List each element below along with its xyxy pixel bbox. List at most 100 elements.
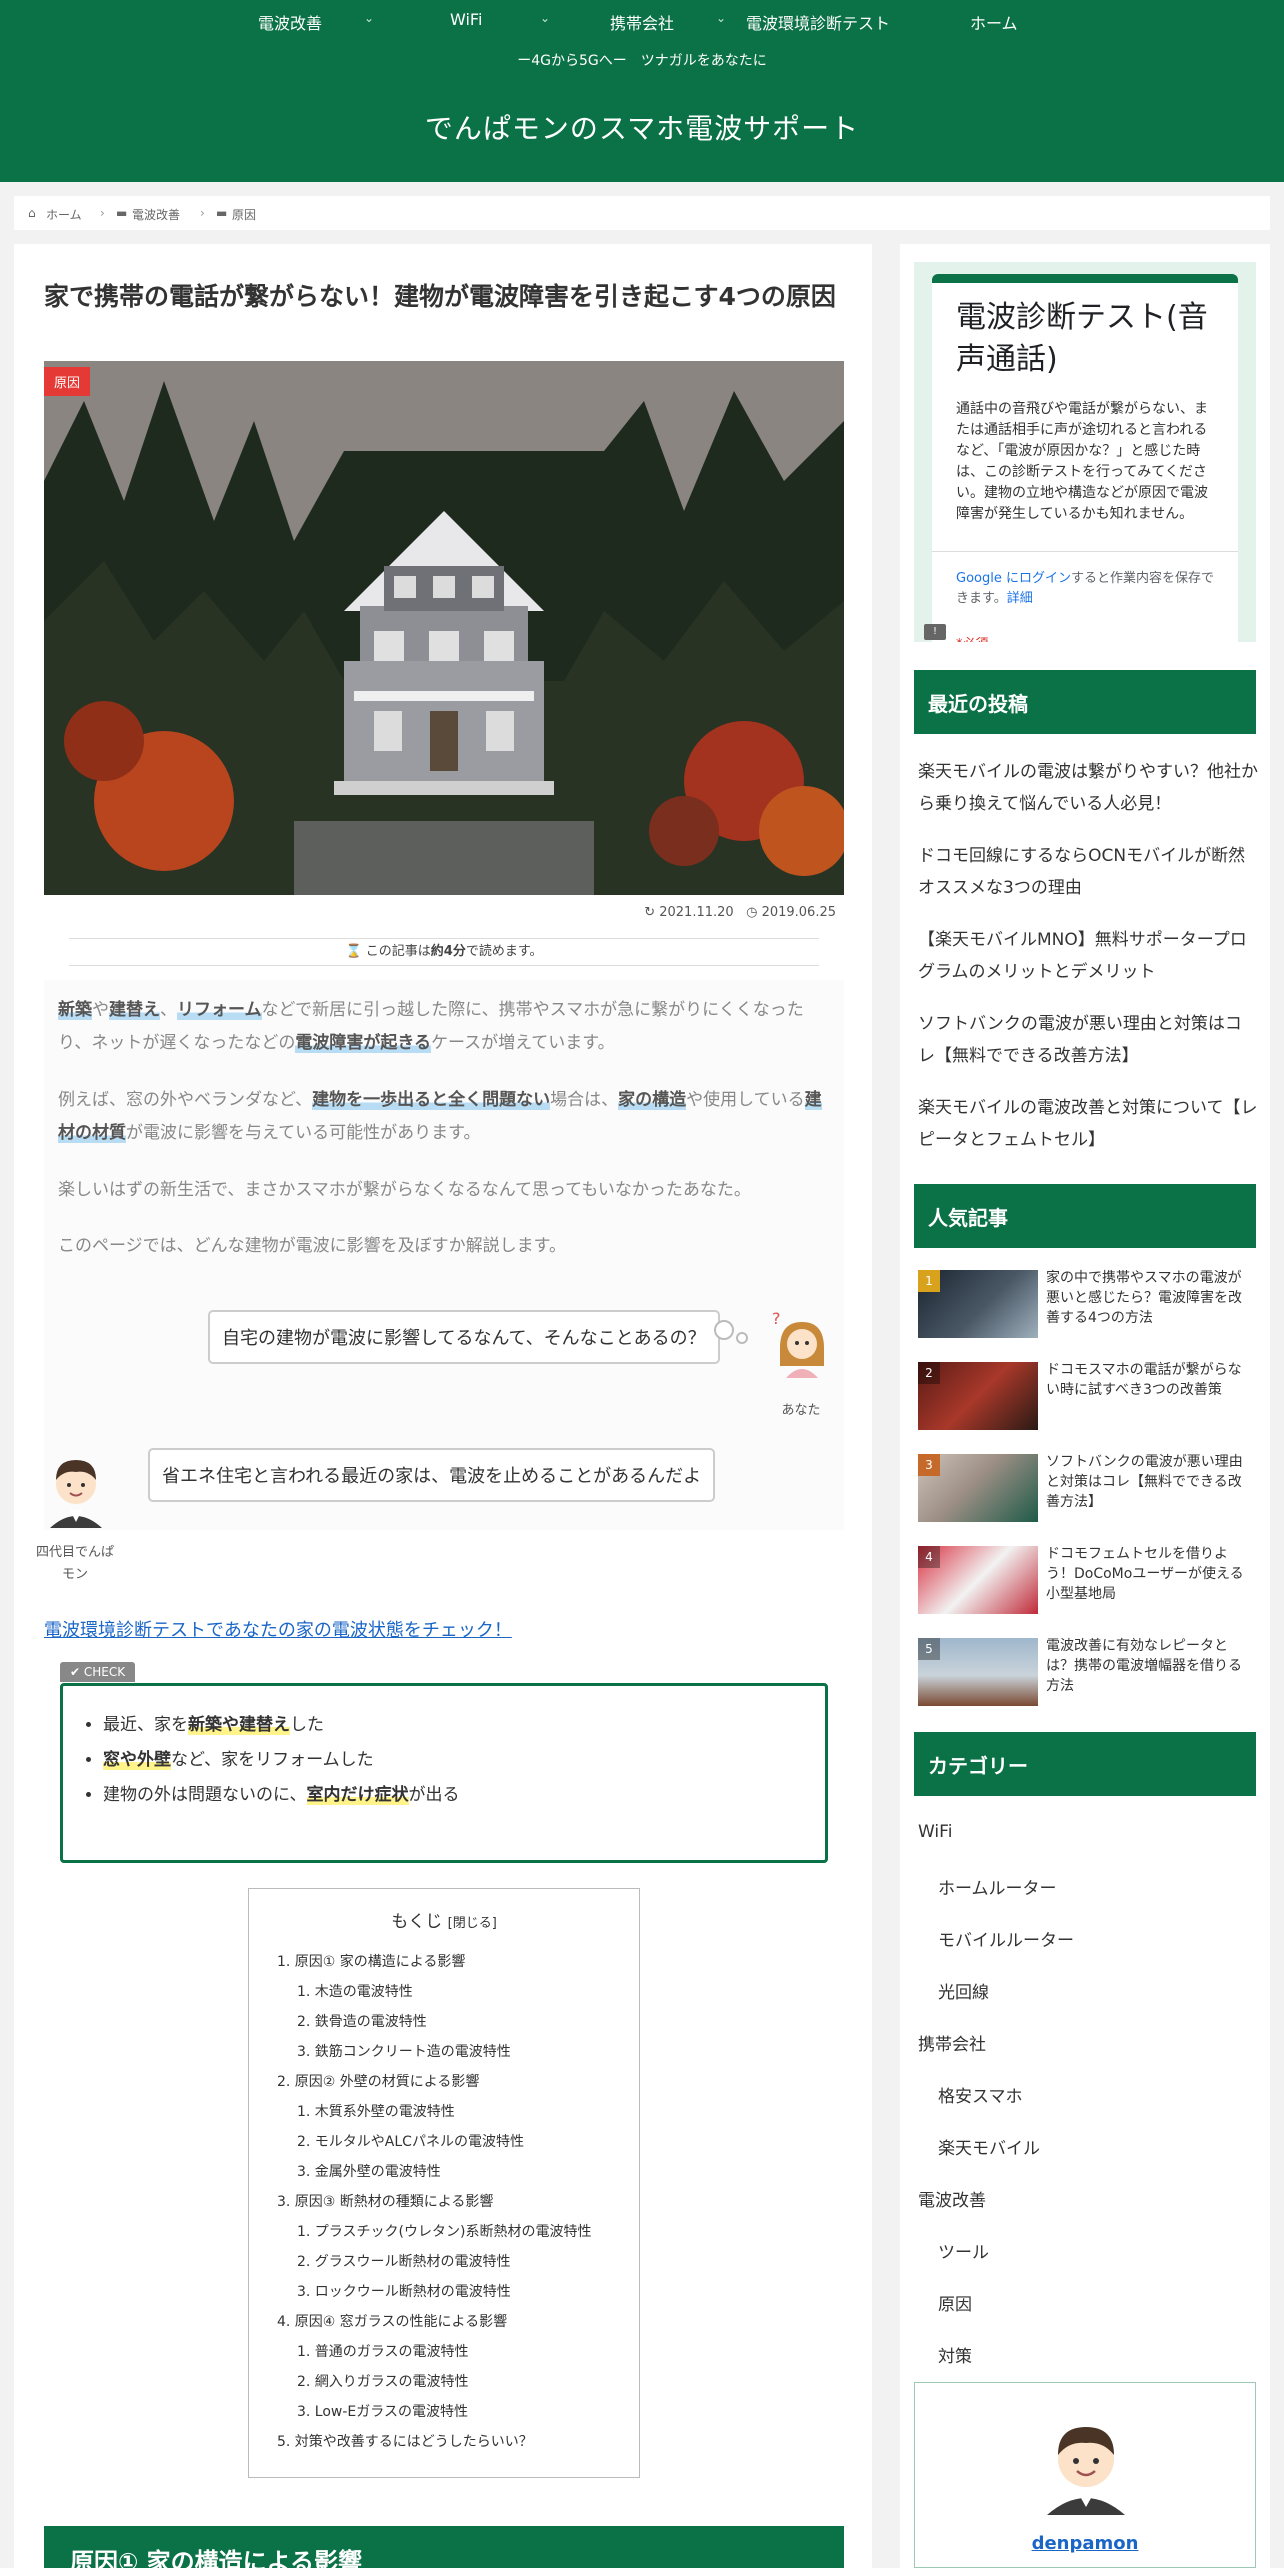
- toc-item[interactable]: 2. グラスウール断熱材の電波特性: [297, 2251, 511, 2271]
- category-measures[interactable]: 対策: [938, 2342, 972, 2367]
- chevron-right-icon: ›: [200, 206, 205, 220]
- popular-post-title: 電波改善に有効なレピータとは？携帯の電波増幅器を借りる方法: [1046, 1638, 1242, 1694]
- text: 、: [160, 1000, 177, 1020]
- categories-heading: カテゴリー: [914, 1732, 1256, 1796]
- text: や使用している: [686, 1090, 805, 1110]
- breadcrumb-home[interactable]: ホーム: [46, 206, 82, 223]
- popular-post-item[interactable]: 3 ソフトバンクの電波が悪い理由と対策はコレ【無料でできる改善方法】: [918, 1454, 1258, 1524]
- report-icon[interactable]: !: [924, 624, 946, 640]
- diagnosis-link[interactable]: 電波環境診断テストであなたの家の電波状態をチェック！: [44, 1616, 512, 1642]
- global-nav: 電波改善 ⌄ WiFi ⌄ 携帯会社 ⌄ 電波環境診断テスト ホーム: [0, 0, 1284, 40]
- profile-name[interactable]: denpamon: [915, 2533, 1255, 2554]
- read-time-prefix: この記事は: [365, 944, 431, 959]
- toc-item[interactable]: 5. 対策や改善するにはどうしたらいい？: [277, 2431, 533, 2451]
- text: 建物の外は問題ないのに、: [103, 1785, 307, 1805]
- form-description: 通話中の音飛びや電話が繋がらない、または通話相手に声が途切れると言われるなど、「…: [956, 401, 1208, 522]
- popular-post-title: ドコモスマホの電話が繋がらない時に試すべき3つの改善策: [1046, 1362, 1242, 1398]
- toc-item[interactable]: 1. 木質系外壁の電波特性: [297, 2101, 455, 2121]
- breadcrumb-subcategory[interactable]: 原因: [232, 206, 256, 223]
- category-home-router[interactable]: ホームルーター: [938, 1874, 1057, 1899]
- toc-item[interactable]: 2. 原因② 外壁の材質による影響: [277, 2071, 479, 2091]
- toc-item[interactable]: 1. 原因① 家の構造による影響: [277, 1951, 465, 1971]
- toc-item[interactable]: 1. 普通のガラスの電波特性: [297, 2341, 469, 2361]
- hl-text: 建替え: [109, 1000, 160, 1020]
- thought-dots-icon: [714, 1320, 748, 1344]
- category-fiber[interactable]: 光回線: [938, 1978, 989, 2003]
- popular-post-item[interactable]: 2 ドコモスマホの電話が繋がらない時に試すべき3つの改善策: [918, 1362, 1258, 1432]
- toc-item[interactable]: 2. 鉄骨造の電波特性: [297, 2011, 427, 2031]
- category-mobile-router[interactable]: モバイルルーター: [938, 1926, 1074, 1951]
- category-denpa-kaizen[interactable]: 電波改善: [918, 2186, 986, 2211]
- recent-post-item[interactable]: ソフトバンクの電波が悪い理由と対策はコレ【無料でできる改善方法】: [918, 1008, 1258, 1072]
- intro-paragraph-2: 例えば、窓の外やベランダなど、建物を一歩出ると全く問題ない場合は、家の構造や使用…: [58, 1084, 828, 1150]
- toc-item[interactable]: 1. 木造の電波特性: [297, 1981, 413, 2001]
- category-carrier[interactable]: 携帯会社: [918, 2030, 986, 2055]
- toc-toggle[interactable]: [閉じる]: [448, 1916, 497, 1931]
- site-tagline: ー4Gから5Gへー ツナガルをあなたに: [517, 53, 767, 69]
- category-mvno[interactable]: 格安スマホ: [938, 2082, 1023, 2107]
- check-item: 建物の外は問題ないのに、室内だけ症状が出る: [103, 1778, 460, 1813]
- nav-item-home[interactable]: ホーム: [970, 10, 1018, 34]
- recent-post-item[interactable]: 楽天モバイルの電波は繋がりやすい？他社から乗り換えて悩んでいる人必見！: [918, 756, 1258, 820]
- text: が出る: [408, 1785, 460, 1805]
- toc-item[interactable]: 3. 金属外壁の電波特性: [297, 2161, 441, 2181]
- recent-post-item[interactable]: 楽天モバイルの電波改善と対策について【レピータとフェムトセル】: [918, 1092, 1258, 1156]
- toc-item[interactable]: 2. 網入りガラスの電波特性: [297, 2371, 469, 2391]
- profile-box: denpamon: [914, 2382, 1256, 2568]
- toc-item[interactable]: 3. ロックウール断熱材の電波特性: [297, 2281, 511, 2301]
- hl-text: 電波障害が起きる: [295, 1033, 431, 1053]
- updated-date: 2021.11.20: [659, 905, 734, 920]
- embedded-form: 電波診断テスト(音声通話) 通話中の音飛びや電話が繋がらない、または通話相手に声…: [914, 262, 1256, 642]
- hl-text: 建物を一歩出ると全く問題ない: [312, 1090, 551, 1110]
- popular-post-item[interactable]: 5 電波改善に有効なレピータとは？携帯の電波増幅器を借りる方法: [918, 1638, 1258, 1708]
- sidebar: 電波診断テスト(音声通話) 通話中の音飛びや電話が繋がらない、または通話相手に声…: [900, 244, 1270, 2568]
- speech-bubble-denpamon: 省エネ住宅と言われる最近の家は、電波を止めることがあるんだよ: [148, 1448, 716, 1502]
- hl-text: 新築や建替え: [188, 1715, 290, 1735]
- you-caption: あなた: [781, 1403, 821, 1418]
- rank-badge: 4: [918, 1546, 940, 1568]
- toc-item[interactable]: 4. 原因④ 窓ガラスの性能による影響: [277, 2311, 507, 2331]
- girl-avatar-icon: ?: [772, 1309, 824, 1378]
- toc-item[interactable]: 3. 原因③ 断熱材の種類による影響: [277, 2191, 493, 2211]
- popular-post-item[interactable]: 4 ドコモフェムトセルを借りよう！DoCoMoユーザーが使える小型基地局: [918, 1546, 1258, 1616]
- check-box: 最近、家を新築や建替えした 窓や外壁など、家をリフォームした 建物の外は問題ない…: [60, 1683, 828, 1863]
- hl-text: 家の構造: [618, 1090, 687, 1110]
- main-content: 家で携帯の電話が繋がらない！建物が電波障害を引き起こす4つの原因 原因 ↻ 20…: [14, 244, 872, 2568]
- recent-post-item[interactable]: 【楽天モバイルMNO】無料サポータープログラムのメリットとデメリット: [918, 924, 1258, 988]
- section-heading: 原因① 家の構造による影響: [44, 2526, 844, 2568]
- denpamon-caption-line1: 四代目でんぱ: [35, 1545, 114, 1560]
- details-link[interactable]: 詳細: [1007, 591, 1033, 606]
- nav-item-diagnosis[interactable]: 電波環境診断テスト: [746, 10, 890, 34]
- site-title[interactable]: でんぱモンのスマホ電波サポート: [0, 107, 1284, 147]
- nav-item-denpa-kaizen[interactable]: 電波改善: [258, 10, 322, 34]
- toc-item[interactable]: 3. Low-Eガラスの電波特性: [297, 2401, 468, 2421]
- category-tools[interactable]: ツール: [938, 2238, 989, 2263]
- denpamon-caption-line2: モン: [61, 1567, 88, 1582]
- text: や: [92, 1000, 109, 1020]
- intro-paragraph-1: 新築や建替え、リフォームなどで新居に引っ越した際に、携帯やスマホが急に繋がりにく…: [58, 994, 828, 1060]
- nav-item-carrier[interactable]: 携帯会社: [610, 10, 674, 34]
- category-wifi[interactable]: WiFi: [918, 1822, 952, 1842]
- hl-text: 窓や外壁: [103, 1750, 171, 1770]
- recent-post-item[interactable]: ドコモ回線にするならOCNモバイルが断然オススメな3つの理由: [918, 840, 1258, 904]
- breadcrumb-category[interactable]: 電波改善: [132, 206, 180, 223]
- toc-item[interactable]: 2. モルタルやALCパネルの電波特性: [297, 2131, 524, 2151]
- category-cause[interactable]: 原因: [938, 2290, 972, 2315]
- read-time-value: 約4分: [430, 944, 466, 959]
- chevron-down-icon: ⌄: [364, 11, 375, 25]
- google-login-link[interactable]: Google にログイン: [956, 571, 1071, 586]
- toc-item[interactable]: 3. 鉄筋コンクリート造の電波特性: [297, 2041, 511, 2061]
- hl-text: 室内だけ症状: [306, 1785, 409, 1805]
- nav-item-wifi[interactable]: WiFi: [450, 10, 482, 29]
- read-time-suffix: で読めます。: [465, 944, 543, 959]
- category-badge[interactable]: 原因: [44, 367, 91, 396]
- published-date: 2019.06.25: [761, 905, 836, 920]
- breadcrumb: ⌂ ホーム › ▬ 電波改善 › ▬ 原因: [14, 196, 1270, 230]
- category-rakuten[interactable]: 楽天モバイル: [938, 2134, 1040, 2159]
- popular-post-item[interactable]: 1 家の中で携帯やスマホの電波が悪いと感じたら？電波障害を改善する4つの方法: [918, 1270, 1258, 1340]
- text: など、家をリフォームした: [171, 1750, 374, 1770]
- clock-icon: ◷: [746, 905, 758, 920]
- toc-item[interactable]: 1. プラスチック(ウレタン)系断熱材の電波特性: [297, 2221, 591, 2241]
- check-tag: ✔ CHECK: [60, 1662, 136, 1682]
- check-tag-label: CHECK: [83, 1665, 126, 1679]
